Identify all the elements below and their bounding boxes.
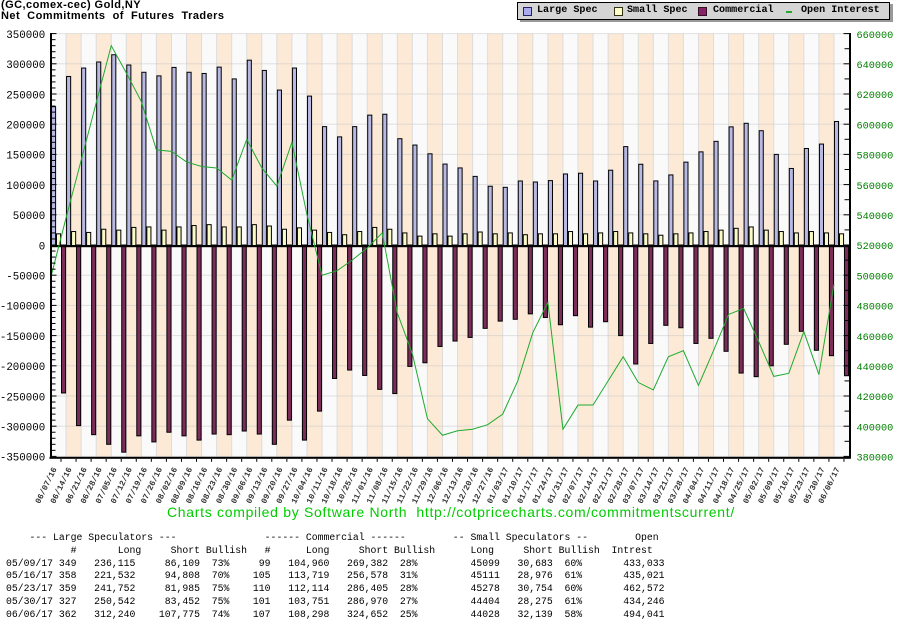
svg-text:300000: 300000 bbox=[6, 60, 45, 72]
svg-text:600000: 600000 bbox=[857, 121, 894, 132]
svg-text:-250000: -250000 bbox=[0, 392, 45, 404]
svg-text:420000: 420000 bbox=[857, 393, 894, 404]
svg-text:-50000: -50000 bbox=[6, 272, 45, 284]
svg-text:-150000: -150000 bbox=[0, 332, 45, 344]
svg-text:350000: 350000 bbox=[6, 30, 45, 42]
svg-text:480000: 480000 bbox=[857, 303, 894, 314]
svg-text:460000: 460000 bbox=[857, 333, 894, 344]
svg-text:-300000: -300000 bbox=[0, 423, 45, 435]
svg-text:0: 0 bbox=[39, 241, 45, 253]
svg-text:620000: 620000 bbox=[857, 91, 894, 102]
svg-text:540000: 540000 bbox=[857, 212, 894, 223]
svg-text:660000: 660000 bbox=[857, 31, 894, 42]
svg-text:580000: 580000 bbox=[857, 152, 894, 163]
svg-text:200000: 200000 bbox=[6, 121, 45, 133]
svg-text:520000: 520000 bbox=[857, 242, 894, 253]
svg-text:560000: 560000 bbox=[857, 182, 894, 193]
svg-text:-200000: -200000 bbox=[0, 362, 45, 374]
svg-text:250000: 250000 bbox=[6, 90, 45, 102]
svg-text:400000: 400000 bbox=[857, 423, 894, 434]
svg-text:440000: 440000 bbox=[857, 363, 894, 374]
svg-text:50000: 50000 bbox=[13, 211, 45, 223]
svg-text:640000: 640000 bbox=[857, 61, 894, 72]
svg-text:-350000: -350000 bbox=[0, 453, 45, 465]
svg-text:500000: 500000 bbox=[857, 272, 894, 283]
svg-text:150000: 150000 bbox=[6, 151, 45, 163]
svg-text:380000: 380000 bbox=[857, 454, 894, 465]
svg-text:-100000: -100000 bbox=[0, 302, 45, 314]
svg-text:100000: 100000 bbox=[6, 181, 45, 193]
